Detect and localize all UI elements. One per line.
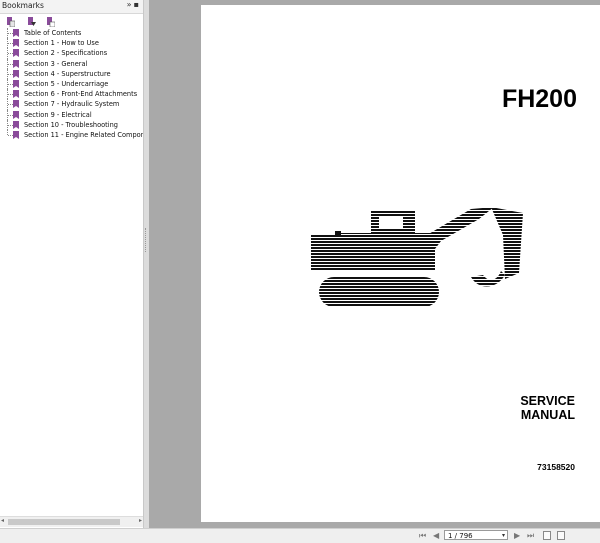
bookmark-label: Section 1 - How to Use xyxy=(24,39,99,48)
bookmark-icon xyxy=(13,110,19,119)
single-page-view-icon[interactable] xyxy=(543,531,551,540)
navigation-bar: ⏮ ◀ 1 / 796 ▾ ▶ ⏭ xyxy=(0,528,600,543)
bookmark-item-section-11[interactable]: Section 11 - Engine Related Compone xyxy=(0,129,143,140)
bookmark-item-section-3[interactable]: Section 3 - General xyxy=(0,58,143,69)
last-page-icon[interactable]: ⏭ xyxy=(527,530,534,542)
expand-bookmark-icon[interactable] xyxy=(27,17,36,27)
bookmark-label: Section 11 - Engine Related Compone xyxy=(24,130,143,139)
bookmark-label: Section 3 - General xyxy=(24,59,88,68)
document-viewer[interactable]: FH200 SERVICE MANUAL 73158520 xyxy=(149,0,600,528)
scrollbar-thumb[interactable] xyxy=(8,519,120,525)
bookmark-icon xyxy=(13,49,19,58)
bookmark-item-section-7[interactable]: Section 7 - Hydraulic System xyxy=(0,99,143,110)
bookmark-label: Section 2 - Specifications xyxy=(24,49,108,58)
next-page-icon[interactable]: ▶ xyxy=(514,530,520,542)
panel-options-icon[interactable]: »▪ xyxy=(127,0,141,9)
bookmark-item-table-of-contents[interactable]: Table of Contents xyxy=(0,28,143,39)
document-page: FH200 SERVICE MANUAL 73158520 xyxy=(201,5,600,522)
bookmark-icon xyxy=(13,39,19,48)
bookmark-label: Section 9 - Electrical xyxy=(24,110,92,119)
document-subtitle: SERVICE MANUAL xyxy=(520,394,575,422)
bookmark-item-section-10[interactable]: Section 10 - Troubleshooting xyxy=(0,119,143,130)
bookmark-label: Section 4 - Superstructure xyxy=(24,69,111,78)
bookmark-item-section-5[interactable]: Section 5 - Undercarriage xyxy=(0,78,143,90)
bookmark-item-section-9[interactable]: Section 9 - Electrical xyxy=(0,109,143,120)
bookmark-label: Section 10 - Troubleshooting xyxy=(24,120,118,129)
scroll-right-icon[interactable]: ▸ xyxy=(139,517,142,524)
bookmarks-horizontal-scrollbar[interactable]: ◂ ▸ xyxy=(0,516,143,527)
bookmark-label: Section 5 - Undercarriage xyxy=(24,79,109,88)
excavator-illustration xyxy=(311,207,523,307)
bookmark-item-section-2[interactable]: Section 2 - Specifications xyxy=(0,48,143,59)
bookmark-icon xyxy=(13,69,19,78)
previous-page-icon[interactable]: ◀ xyxy=(433,530,439,542)
bookmark-icon xyxy=(13,90,19,99)
document-title: FH200 xyxy=(501,85,577,113)
scroll-left-icon[interactable]: ◂ xyxy=(1,517,4,524)
bookmark-icon xyxy=(13,130,19,139)
new-bookmark-icon[interactable] xyxy=(46,17,55,27)
first-page-icon[interactable]: ⏮ xyxy=(419,530,426,542)
bookmark-icon xyxy=(13,29,19,37)
bookmarks-panel-title: Bookmarks xyxy=(2,1,44,10)
bookmark-item-section-1[interactable]: Section 1 - How to Use xyxy=(0,38,143,49)
subtitle-line-service: SERVICE xyxy=(520,394,575,408)
part-number: 73158520 xyxy=(537,462,575,472)
two-page-view-icon[interactable] xyxy=(557,531,565,540)
bookmark-label: Section 7 - Hydraulic System xyxy=(24,100,120,109)
page-number-value: 1 / 796 xyxy=(448,532,473,540)
bookmark-item-section-6[interactable]: Section 6 - Front-End Attachments xyxy=(0,89,143,100)
bookmark-icon xyxy=(13,79,19,88)
bookmarks-panel-header: Bookmarks »▪ xyxy=(0,0,143,14)
bookmark-icon xyxy=(13,59,19,68)
bookmark-item-section-4[interactable]: Section 4 - Superstructure xyxy=(0,68,143,79)
bookmark-options-icon[interactable] xyxy=(6,17,15,27)
bookmark-label: Table of Contents xyxy=(24,29,82,37)
bookmark-icon xyxy=(13,120,19,129)
bookmarks-panel: Bookmarks »▪ Table of Contents Section 1… xyxy=(0,0,144,528)
bookmark-label: Section 6 - Front-End Attachments xyxy=(24,90,138,99)
bookmark-list: Table of Contents Section 1 - How to Use… xyxy=(0,28,143,140)
subtitle-line-manual: MANUAL xyxy=(520,408,575,422)
page-dropdown-icon[interactable]: ▾ xyxy=(502,531,505,541)
page-number-field[interactable]: 1 / 796 ▾ xyxy=(444,530,508,540)
bookmark-icon xyxy=(13,100,19,109)
